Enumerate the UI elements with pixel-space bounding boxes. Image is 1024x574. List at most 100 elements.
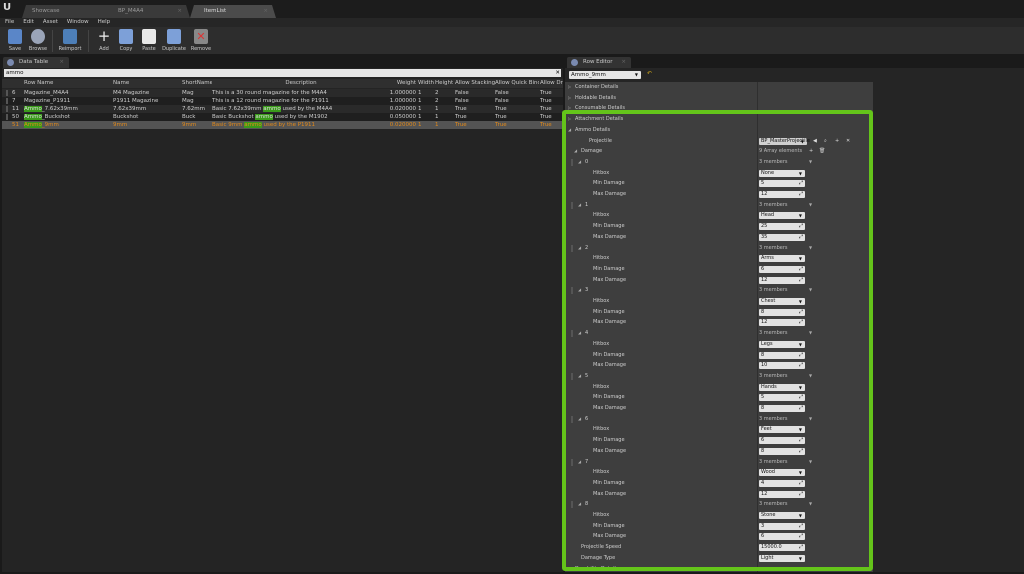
expanded-arrow-icon[interactable]: ◢ — [578, 371, 581, 382]
projectile-speed-input[interactable]: 15000.0 — [759, 544, 805, 551]
damage-element[interactable]: ◢83 members — [565, 499, 873, 510]
max-damage-input[interactable]: 12 — [759, 491, 805, 498]
add-button[interactable]: +Add — [92, 29, 116, 52]
column-header[interactable]: Height — [435, 79, 453, 87]
max-damage-input[interactable]: 8 — [759, 448, 805, 455]
max-damage-input[interactable]: 12 — [759, 319, 805, 326]
section-durability-details[interactable]: ▷Durability Details — [565, 564, 873, 574]
min-damage-input[interactable]: 5 — [759, 180, 805, 187]
column-header[interactable]: Allow Quick Bind — [495, 79, 539, 87]
min-damage-input[interactable]: 3 — [759, 523, 805, 530]
min-damage-input[interactable]: 8 — [759, 309, 805, 316]
section-consumable-details[interactable]: ▷Consumable Details — [565, 103, 873, 114]
table-row[interactable]: 51Ammo_9mm9mm9mmBasic 9mm ammo used by t… — [2, 121, 563, 129]
column-header[interactable]: Row Name — [24, 79, 112, 87]
expanded-arrow-icon[interactable]: ◢ — [574, 146, 577, 157]
table-row[interactable]: 50Ammo_BuckshotBuckshotBuckBasic Bucksho… — [2, 113, 563, 121]
members-dropdown[interactable]: 3 members — [759, 243, 788, 254]
column-header[interactable]: Allow Stacking — [455, 79, 495, 87]
damage-element[interactable]: ◢73 members — [565, 457, 873, 468]
section-attachment-details[interactable]: ▷Attachment Details — [565, 114, 873, 125]
array-drag-handle[interactable] — [571, 287, 573, 294]
clear-search-icon[interactable]: ✕ — [555, 69, 560, 77]
min-damage-input[interactable]: 5 — [759, 394, 805, 401]
column-header[interactable]: Name — [113, 79, 181, 87]
close-icon[interactable]: × — [263, 8, 268, 14]
table-row[interactable]: 7Magazine_P1911P1911 MagazineMagThis is … — [2, 97, 563, 105]
hitbox-dropdown[interactable]: Chest — [759, 298, 805, 305]
menu-help[interactable]: Help — [93, 18, 115, 27]
menu-asset[interactable]: Asset — [38, 18, 62, 27]
row-editor-tab[interactable]: Row Editor× — [567, 57, 631, 68]
expanded-arrow-icon[interactable]: ◢ — [578, 157, 581, 168]
browse-icon[interactable]: ⌕ — [824, 136, 827, 147]
section-ammo-details[interactable]: ◢Ammo Details — [565, 125, 873, 136]
max-damage-input[interactable]: 35 — [759, 234, 805, 241]
section-holdable-details[interactable]: ▷Holdable Details — [565, 93, 873, 104]
hitbox-dropdown[interactable]: Wood — [759, 469, 805, 476]
collapsed-arrow-icon[interactable]: ▷ — [568, 564, 571, 574]
menu-edit[interactable]: Edit — [18, 18, 38, 27]
expanded-arrow-icon[interactable]: ◢ — [578, 457, 581, 468]
members-dropdown[interactable]: 3 members — [759, 457, 788, 468]
min-damage-input[interactable]: 8 — [759, 352, 805, 359]
remove-button[interactable]: ✕Remove — [189, 29, 213, 52]
tab-bp-m4a4[interactable]: BP_M4A4× — [106, 5, 190, 18]
members-dropdown[interactable]: 3 members — [759, 371, 788, 382]
min-damage-input[interactable]: 6 — [759, 437, 805, 444]
damage-element[interactable]: ◢53 members — [565, 371, 873, 382]
array-drag-handle[interactable] — [571, 501, 573, 508]
collapsed-arrow-icon[interactable]: ▷ — [568, 82, 571, 93]
menu-file[interactable]: File — [0, 18, 18, 27]
max-damage-input[interactable]: 6 — [759, 533, 805, 540]
hitbox-dropdown[interactable]: Stone — [759, 512, 805, 519]
close-icon[interactable]: × — [177, 8, 182, 14]
max-damage-input[interactable]: 8 — [759, 405, 805, 412]
collapsed-arrow-icon[interactable]: ▷ — [568, 114, 571, 125]
hitbox-dropdown[interactable]: Head — [759, 212, 805, 219]
max-damage-input[interactable]: 12 — [759, 277, 805, 284]
close-icon[interactable]: × — [59, 59, 64, 65]
duplicate-button[interactable]: Duplicate — [162, 29, 186, 52]
collapsed-arrow-icon[interactable]: ▷ — [568, 103, 571, 114]
expanded-arrow-icon[interactable]: ◢ — [568, 125, 571, 136]
array-drag-handle[interactable] — [571, 330, 573, 337]
reset-arrow-icon[interactable]: ↶ — [647, 70, 652, 77]
damage-element[interactable]: ◢23 members — [565, 243, 873, 254]
empty-array-icon[interactable]: 🗑 — [819, 146, 825, 157]
hitbox-dropdown[interactable]: Hands — [759, 384, 805, 391]
row-select-dropdown[interactable]: Ammo_9mm — [569, 71, 641, 79]
section-container-details[interactable]: ▷Container Details — [565, 82, 873, 93]
collapsed-arrow-icon[interactable]: ▷ — [568, 93, 571, 104]
menu-window[interactable]: Window — [62, 18, 93, 27]
expanded-arrow-icon[interactable]: ◢ — [578, 328, 581, 339]
expanded-arrow-icon[interactable]: ◢ — [578, 285, 581, 296]
tab-itemlist[interactable]: ItemList× — [190, 5, 276, 18]
row-drag-handle[interactable] — [6, 106, 8, 112]
row-drag-handle[interactable] — [6, 98, 8, 104]
damage-element[interactable]: ◢33 members — [565, 285, 873, 296]
save-button[interactable]: Save — [3, 29, 27, 52]
members-dropdown[interactable]: 3 members — [759, 200, 788, 211]
array-drag-handle[interactable] — [571, 159, 573, 166]
reimport-button[interactable]: Reimport — [58, 29, 82, 52]
column-header[interactable]: Weight — [382, 79, 416, 87]
hitbox-dropdown[interactable]: Arms — [759, 255, 805, 262]
damage-type-dropdown[interactable]: Light — [759, 555, 805, 562]
table-row[interactable]: 6Magazine_M4A4M4 MagazineMagThis is a 30… — [2, 89, 563, 97]
expanded-arrow-icon[interactable]: ◢ — [578, 499, 581, 510]
row-drag-handle[interactable] — [6, 90, 8, 96]
members-dropdown[interactable]: 3 members — [759, 285, 788, 296]
members-dropdown[interactable]: 3 members — [759, 499, 788, 510]
hitbox-dropdown[interactable]: Legs — [759, 341, 805, 348]
array-drag-handle[interactable] — [571, 459, 573, 466]
max-damage-input[interactable]: 12 — [759, 191, 805, 198]
min-damage-input[interactable]: 25 — [759, 223, 805, 230]
hitbox-dropdown[interactable]: None — [759, 170, 805, 177]
members-dropdown[interactable]: 3 members — [759, 414, 788, 425]
array-drag-handle[interactable] — [571, 202, 573, 209]
projectile-dropdown[interactable]: BP_MasterProjectile — [759, 138, 807, 145]
expanded-arrow-icon[interactable]: ◢ — [578, 414, 581, 425]
damage-element[interactable]: ◢43 members — [565, 328, 873, 339]
search-input[interactable]: ammo✕ — [4, 69, 561, 77]
